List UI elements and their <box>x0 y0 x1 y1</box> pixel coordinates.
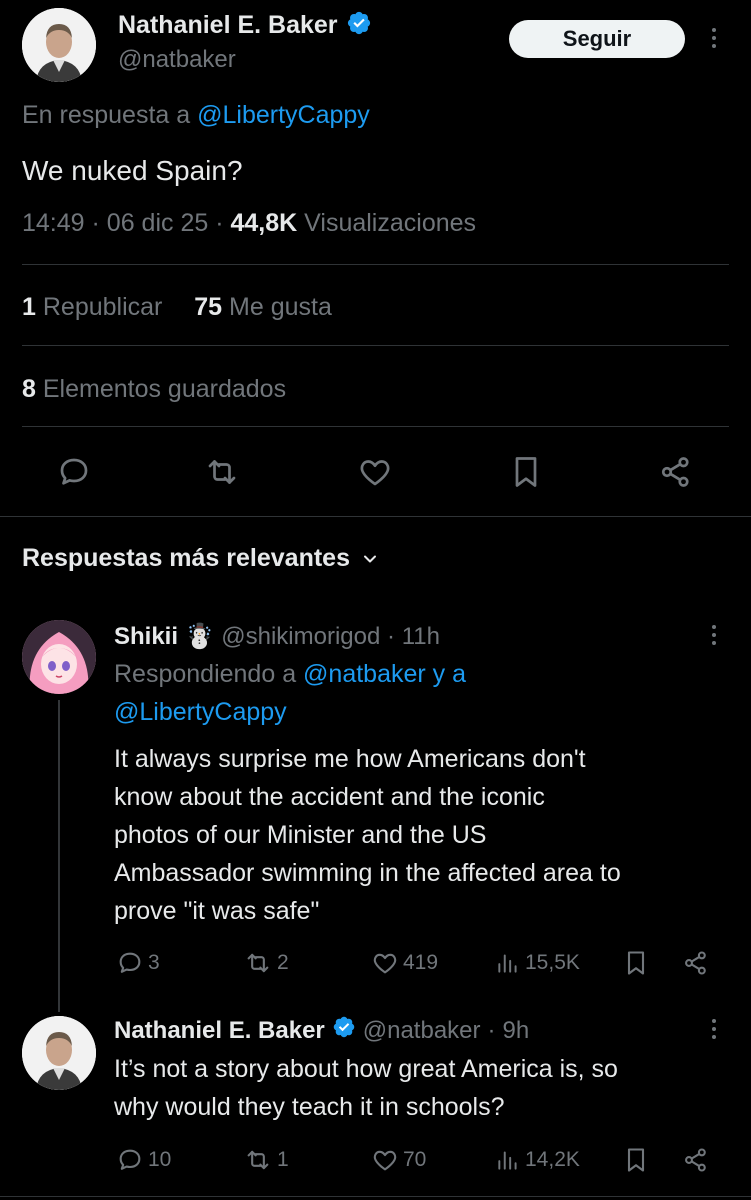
bookmark-icon[interactable] <box>622 1146 650 1174</box>
bookmarks-stat[interactable]: 8 Elementos guardados <box>22 375 286 404</box>
views-count: 14,2K <box>525 1148 580 1171</box>
tweet-date[interactable]: 06 dic 25 <box>107 209 208 237</box>
verified-badge-icon <box>332 1015 356 1046</box>
author-photo <box>22 8 96 82</box>
reply-author-handle[interactable]: @shikimorigod <box>221 623 380 650</box>
author-photo <box>22 1016 96 1090</box>
engagement-stats: 1 Republicar 75 Me gusta <box>22 293 332 322</box>
reply-to-link[interactable]: @LibertyCappy <box>114 698 287 727</box>
follow-button[interactable]: Seguir <box>509 20 685 58</box>
repost-count: 1 <box>277 1148 289 1171</box>
reply-prefix: Respondiendo a <box>114 660 297 688</box>
bookmark-icon[interactable] <box>508 454 544 490</box>
author-handle[interactable]: @natbaker <box>118 46 236 74</box>
divider <box>22 264 729 265</box>
reply-to-link[interactable]: @natbaker <box>303 660 426 688</box>
repost-icon[interactable] <box>204 454 240 490</box>
snowman-emoji: ☃️ <box>184 623 215 650</box>
reply-time[interactable]: 9h <box>503 1017 530 1045</box>
reply-action-like[interactable]: 70 <box>371 1146 426 1174</box>
reply-text: It’s not a story about how great America… <box>114 1050 618 1126</box>
tweet-time[interactable]: 14:49 <box>22 209 85 237</box>
likes-stat[interactable]: 75 Me gusta <box>194 293 332 321</box>
more-options-icon[interactable] <box>709 1018 719 1040</box>
more-options-icon[interactable] <box>709 624 719 646</box>
reply-action-reply[interactable]: 10 <box>116 1146 171 1174</box>
reply-avatar[interactable] <box>22 1016 96 1090</box>
bookmark-icon[interactable] <box>622 949 650 977</box>
reply-context: En respuesta a @LibertyCappy <box>22 101 370 130</box>
reply-count: 3 <box>148 951 160 974</box>
like-count: 419 <box>403 951 439 974</box>
reposts-count: 1 <box>22 293 36 321</box>
views-icon <box>495 1146 521 1174</box>
like-icon[interactable] <box>357 454 393 490</box>
reply-text-line: Ambassador swimming in the affected area… <box>114 859 621 887</box>
reply-author-handle[interactable]: @natbaker <box>363 1017 481 1045</box>
reposts-stat[interactable]: 1 Republicar <box>22 293 169 321</box>
reply-context: Respondiendo a @natbaker y a <box>114 660 466 689</box>
reply-text-line: why would they teach it in schools? <box>114 1093 505 1121</box>
bookmarks-label: Elementos guardados <box>42 375 287 403</box>
reply-icon <box>116 949 144 977</box>
replies-sort-dropdown[interactable]: Respuestas más relevantes <box>22 544 380 573</box>
reply-header: Shikii ☃️ @shikimorigod · 11h <box>114 623 440 650</box>
divider <box>22 426 729 427</box>
reply-avatar[interactable] <box>22 620 96 694</box>
repost-count: 2 <box>277 951 289 974</box>
share-icon[interactable] <box>658 454 694 490</box>
reply-text-line: prove "it was safe" <box>114 897 320 925</box>
reply-text-line: photos of our Minister and the US <box>114 821 487 849</box>
reply-to-link[interactable]: @LibertyCappy <box>197 101 370 129</box>
bookmarks-count: 8 <box>22 375 36 403</box>
like-count: 70 <box>403 1148 427 1171</box>
reply-conjunction: y a <box>432 660 467 688</box>
reply-text-line: know about the accident and the iconic <box>114 783 545 811</box>
like-icon <box>371 949 399 977</box>
tweet-meta: 14:49 · 06 dic 25 · 44,8K Visualizacione… <box>22 209 477 237</box>
reply-icon[interactable] <box>56 454 92 490</box>
reply-action-repost[interactable]: 1 <box>243 1146 289 1174</box>
views-icon <box>495 949 521 977</box>
author-avatar[interactable] <box>22 8 96 82</box>
reply-action-repost[interactable]: 2 <box>243 949 289 977</box>
reply-text: It always surprise me how Americans don'… <box>114 740 621 930</box>
reply-action-like[interactable]: 419 <box>371 949 438 977</box>
author-name[interactable]: Nathaniel E. Baker <box>118 11 338 40</box>
like-icon <box>371 1146 399 1174</box>
repost-icon <box>243 1146 273 1174</box>
reply-time[interactable]: 11h <box>402 623 440 650</box>
reply-prefix: En respuesta a <box>22 101 191 129</box>
anime-avatar-image <box>22 620 96 694</box>
reply-icon <box>116 1146 144 1174</box>
likes-count: 75 <box>194 293 223 321</box>
reply-count: 10 <box>148 1148 172 1171</box>
verified-badge-icon <box>346 10 372 41</box>
repost-icon <box>243 949 273 977</box>
chevron-down-icon <box>360 549 380 569</box>
reply-author-name[interactable]: Shikii <box>114 623 178 650</box>
reply-text-line: It always surprise me how Americans don'… <box>114 745 586 773</box>
likes-label: Me gusta <box>229 293 332 321</box>
reply-action-views[interactable]: 15,5K <box>495 949 580 977</box>
divider <box>22 345 729 346</box>
thread-line <box>58 700 60 1012</box>
tweet-text: We nuked Spain? <box>22 155 243 186</box>
reply-action-reply[interactable]: 3 <box>116 949 160 977</box>
views-label: Visualizaciones <box>304 209 477 237</box>
views-count: 44,8K <box>230 209 298 237</box>
share-icon[interactable] <box>682 1146 710 1174</box>
share-icon[interactable] <box>682 949 710 977</box>
reposts-label: Republicar <box>42 293 163 321</box>
more-options-icon[interactable] <box>708 26 720 50</box>
views-count: 15,5K <box>525 951 580 974</box>
reply-action-views[interactable]: 14,2K <box>495 1146 580 1174</box>
reply-text-line: It’s not a story about how great America… <box>114 1055 618 1083</box>
section-divider <box>0 1196 751 1197</box>
reply-header: Nathaniel E. Baker @natbaker · 9h <box>114 1015 529 1046</box>
reply-author-name[interactable]: Nathaniel E. Baker <box>114 1017 325 1045</box>
section-divider <box>0 516 751 517</box>
replies-sort-label: Respuestas más relevantes <box>22 544 350 572</box>
